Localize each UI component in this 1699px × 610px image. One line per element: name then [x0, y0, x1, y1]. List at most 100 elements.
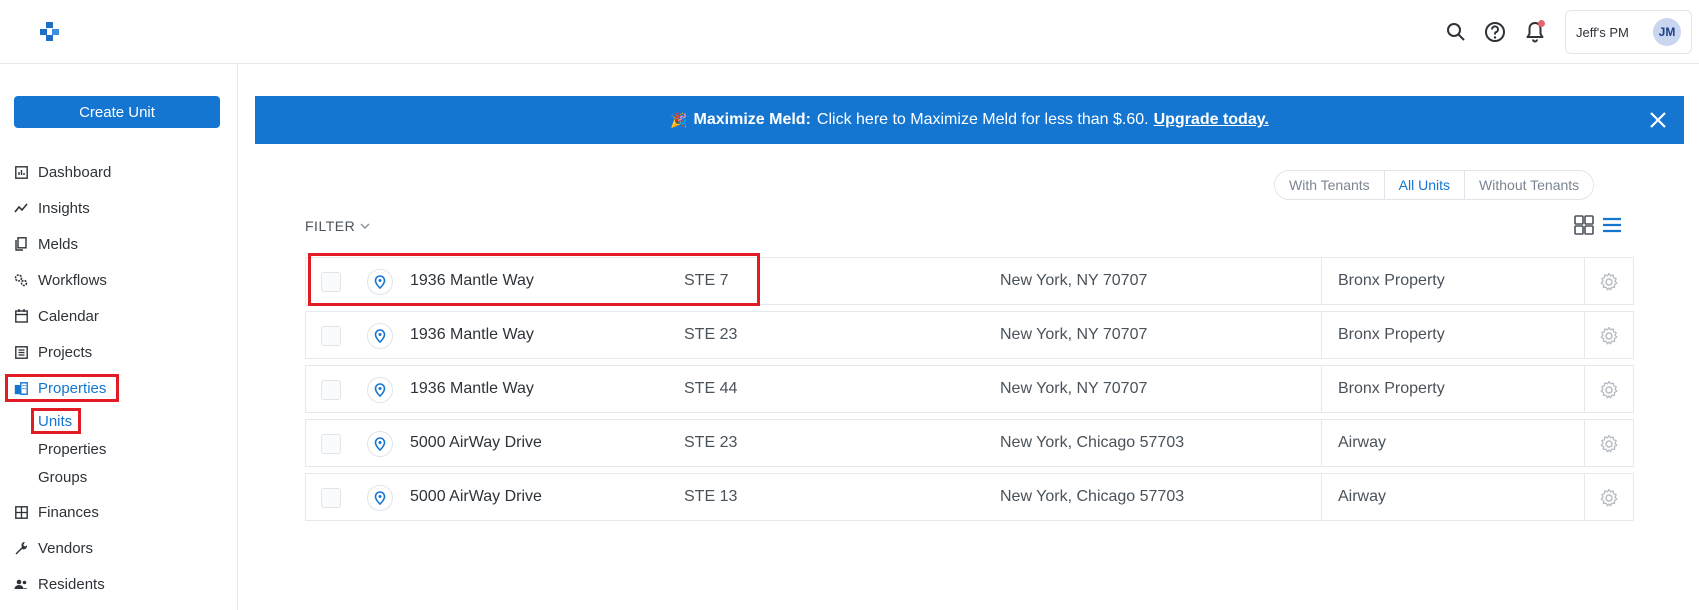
sidebar: Create Unit Dashboard Insights Melds Wor… [0, 64, 238, 610]
dashboard-icon [14, 165, 28, 179]
sidebar-subitem-groups[interactable]: Groups [38, 466, 87, 488]
filter-label: FILTER [305, 218, 356, 234]
list-view-icon[interactable] [1601, 214, 1623, 236]
create-unit-button[interactable]: Create Unit [14, 96, 220, 128]
sidebar-item-label: Dashboard [38, 163, 112, 181]
location-pin-icon[interactable] [367, 323, 393, 349]
sidebar-item-label: Workflows [38, 271, 107, 289]
sidebar-item-properties[interactable]: Properties [14, 376, 106, 400]
sidebar-item-insights[interactable]: Insights [14, 196, 90, 220]
sidebar-item-label: Melds [38, 235, 79, 253]
row-address[interactable]: 1936 Mantle Way [410, 272, 534, 290]
row-city: New York, NY 70707 [1000, 326, 1148, 343]
table-row[interactable]: 5000 AirWay Drive STE 23 New York, Chica… [305, 419, 1634, 467]
account-menu[interactable]: Jeff's PM JM [1565, 10, 1692, 54]
banner-text: Click here to Maximize Meld for less tha… [816, 111, 1149, 128]
row-property[interactable]: Airway [1338, 434, 1386, 452]
column-divider [1321, 420, 1322, 466]
column-divider [1321, 258, 1322, 304]
row-property[interactable]: Bronx Property [1338, 380, 1445, 398]
account-name: Jeff's PM [1576, 24, 1629, 40]
row-unit: STE 7 [684, 272, 729, 289]
tenant-filter-toggle: With Tenants All Units Without Tenants [1274, 170, 1595, 200]
column-divider [1321, 474, 1322, 520]
sidebar-item-finances[interactable]: Finances [14, 500, 99, 524]
column-divider [1584, 474, 1585, 520]
column-divider [1584, 258, 1585, 304]
location-pin-icon[interactable] [367, 431, 393, 457]
sidebar-item-label: Finances [38, 503, 99, 521]
sidebar-item-workflows[interactable]: Workflows [14, 268, 107, 292]
grid-view-icon[interactable] [1573, 214, 1595, 236]
row-property[interactable]: Airway [1338, 488, 1386, 506]
gear-icon[interactable] [1599, 272, 1619, 292]
notification-dot [1538, 20, 1545, 27]
sidebar-item-label: Vendors [38, 539, 94, 557]
row-city: New York, Chicago 57703 [1000, 488, 1185, 505]
sidebar-item-projects[interactable]: Projects [14, 340, 92, 364]
row-checkbox[interactable] [321, 326, 341, 346]
row-address[interactable]: 1936 Mantle Way [410, 326, 534, 344]
row-city: New York, NY 70707 [1000, 380, 1148, 397]
workflows-icon [14, 273, 28, 287]
row-unit: STE 23 [684, 434, 738, 451]
segment-all-units[interactable]: All Units [1384, 171, 1466, 199]
sidebar-item-vendors[interactable]: Vendors [14, 536, 93, 560]
column-divider [1584, 366, 1585, 412]
column-divider [1321, 312, 1322, 358]
sidebar-subitem-properties[interactable]: Properties [38, 438, 106, 460]
help-icon[interactable] [1483, 20, 1507, 44]
table-row[interactable]: 1936 Mantle Way STE 7 New York, NY 70707… [305, 257, 1634, 305]
search-icon[interactable] [1444, 20, 1468, 44]
table-row[interactable]: 1936 Mantle Way STE 23 New York, NY 7070… [305, 311, 1634, 359]
location-pin-icon[interactable] [367, 269, 393, 295]
sidebar-item-melds[interactable]: Melds [14, 232, 78, 256]
top-bar: Jeff's PM JM [0, 0, 1699, 64]
row-checkbox[interactable] [321, 488, 341, 508]
row-address[interactable]: 5000 AirWay Drive [410, 434, 542, 452]
table-row[interactable]: 5000 AirWay Drive STE 13 New York, Chica… [305, 473, 1634, 521]
upgrade-link[interactable]: Upgrade today. [1154, 111, 1269, 129]
row-address[interactable]: 1936 Mantle Way [410, 380, 534, 398]
row-property[interactable]: Bronx Property [1338, 326, 1445, 344]
gear-icon[interactable] [1599, 326, 1619, 346]
column-divider [1584, 312, 1585, 358]
row-unit: STE 23 [684, 326, 738, 343]
properties-building-icon [14, 381, 28, 395]
notifications-bell-icon[interactable] [1523, 20, 1547, 44]
column-divider [1321, 366, 1322, 412]
sidebar-item-label: Residents [38, 575, 105, 593]
calendar-icon [14, 309, 28, 323]
row-checkbox[interactable] [321, 272, 341, 292]
filter-dropdown[interactable]: FILTER [305, 218, 371, 234]
residents-icon [14, 577, 28, 591]
row-checkbox[interactable] [321, 380, 341, 400]
projects-icon [14, 345, 28, 359]
gear-icon[interactable] [1599, 488, 1619, 508]
row-unit: STE 13 [684, 488, 738, 505]
close-icon[interactable] [1648, 110, 1668, 130]
row-address[interactable]: 5000 AirWay Drive [410, 488, 542, 506]
sidebar-subitem-units[interactable]: Units [38, 410, 72, 432]
sidebar-item-label: Insights [38, 199, 90, 217]
gear-icon[interactable] [1599, 434, 1619, 454]
avatar: JM [1653, 18, 1681, 46]
sidebar-item-calendar[interactable]: Calendar [14, 304, 99, 328]
row-city: New York, Chicago 57703 [1000, 434, 1185, 451]
sidebar-item-dashboard[interactable]: Dashboard [14, 160, 111, 184]
location-pin-icon[interactable] [367, 377, 393, 403]
meld-logo[interactable] [38, 22, 62, 42]
column-divider [1584, 420, 1585, 466]
segment-with-tenants[interactable]: With Tenants [1275, 171, 1385, 199]
segment-without-tenants[interactable]: Without Tenants [1465, 171, 1594, 199]
upgrade-banner[interactable]: 🎉 Maximize Meld: Click here to Maximize … [255, 96, 1684, 144]
sidebar-item-residents[interactable]: Residents [14, 572, 105, 596]
gear-icon[interactable] [1599, 380, 1619, 400]
location-pin-icon[interactable] [367, 485, 393, 511]
sidebar-item-label: Projects [38, 343, 93, 361]
table-row[interactable]: 1936 Mantle Way STE 44 New York, NY 7070… [305, 365, 1634, 413]
row-property[interactable]: Bronx Property [1338, 272, 1445, 290]
wrench-icon [14, 541, 28, 555]
row-checkbox[interactable] [321, 434, 341, 454]
chevron-down-icon [360, 223, 370, 229]
